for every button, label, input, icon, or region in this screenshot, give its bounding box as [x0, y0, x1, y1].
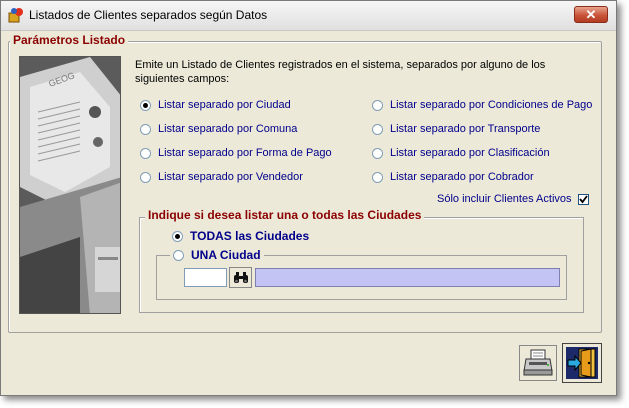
- option-label: Listar separado por Condiciones de Pago: [390, 99, 593, 111]
- title-bar[interactable]: Listados de Clientes separados según Dat…: [1, 1, 616, 31]
- city-name-field: [255, 268, 560, 287]
- option-transporte[interactable]: Listar separado por Transporte: [372, 121, 540, 137]
- radio-one-city[interactable]: [173, 249, 184, 261]
- printer-icon: [523, 349, 553, 376]
- cities-legend: Indique si desea listar una o todas las …: [145, 208, 425, 222]
- option-condiciones-pago[interactable]: Listar separado por Condiciones de Pago: [372, 97, 592, 113]
- search-city-button[interactable]: [229, 267, 252, 288]
- radio-vendedor[interactable]: [140, 171, 151, 183]
- option-one-city[interactable]: UNA Ciudad: [170, 248, 264, 262]
- option-label: Listar separado por Cobrador: [390, 171, 534, 183]
- option-label: Listar separado por Ciudad: [158, 99, 291, 111]
- option-label: Listar separado por Transporte: [390, 123, 541, 135]
- option-all-cities[interactable]: TODAS las Ciudades: [172, 228, 309, 244]
- option-cobrador[interactable]: Listar separado por Cobrador: [372, 169, 534, 185]
- option-label: Listar separado por Forma de Pago: [158, 147, 332, 159]
- option-label: Listar separado por Clasificación: [390, 147, 550, 159]
- app-icon: [8, 8, 23, 23]
- radio-forma-pago[interactable]: [140, 147, 151, 159]
- radio-condiciones-pago[interactable]: [372, 99, 383, 111]
- radio-cobrador[interactable]: [372, 171, 383, 183]
- exit-door-icon: [566, 347, 598, 379]
- close-button[interactable]: ✕: [574, 6, 608, 23]
- radio-transporte[interactable]: [372, 123, 383, 135]
- only-active-checkbox[interactable]: [577, 193, 589, 205]
- radio-comuna[interactable]: [140, 123, 151, 135]
- description-text: Emite un Listado de Clientes registrados…: [135, 59, 546, 85]
- binoculars-icon: [233, 272, 248, 283]
- window-title: Listados de Clientes separados según Dat…: [29, 8, 268, 22]
- radio-clasificacion[interactable]: [372, 147, 383, 159]
- all-cities-label: TODAS las Ciudades: [190, 229, 310, 243]
- option-label: Listar separado por Vendedor: [158, 171, 303, 183]
- option-vendedor[interactable]: Listar separado por Vendedor: [140, 169, 303, 185]
- city-code-input[interactable]: [184, 268, 227, 287]
- decorative-side-image: GEOG: [19, 56, 121, 314]
- option-label: Listar separado por Comuna: [158, 123, 298, 135]
- option-clasificacion[interactable]: Listar separado por Clasificación: [372, 145, 550, 161]
- option-forma-pago[interactable]: Listar separado por Forma de Pago: [140, 145, 332, 161]
- option-comuna[interactable]: Listar separado por Comuna: [140, 121, 297, 137]
- only-active-label: Sólo incluir Clientes Activos: [437, 193, 572, 205]
- radio-ciudad[interactable]: [140, 99, 151, 111]
- radio-all-cities[interactable]: [172, 230, 183, 242]
- params-legend: Parámetros Listado: [10, 33, 129, 47]
- exit-button[interactable]: [562, 343, 602, 383]
- print-button[interactable]: [519, 345, 557, 381]
- only-active-row[interactable]: Sólo incluir Clientes Activos: [437, 193, 589, 205]
- one-city-label: UNA Ciudad: [191, 248, 261, 262]
- option-ciudad[interactable]: Listar separado por Ciudad: [140, 97, 291, 113]
- checkmark-icon: [578, 194, 588, 203]
